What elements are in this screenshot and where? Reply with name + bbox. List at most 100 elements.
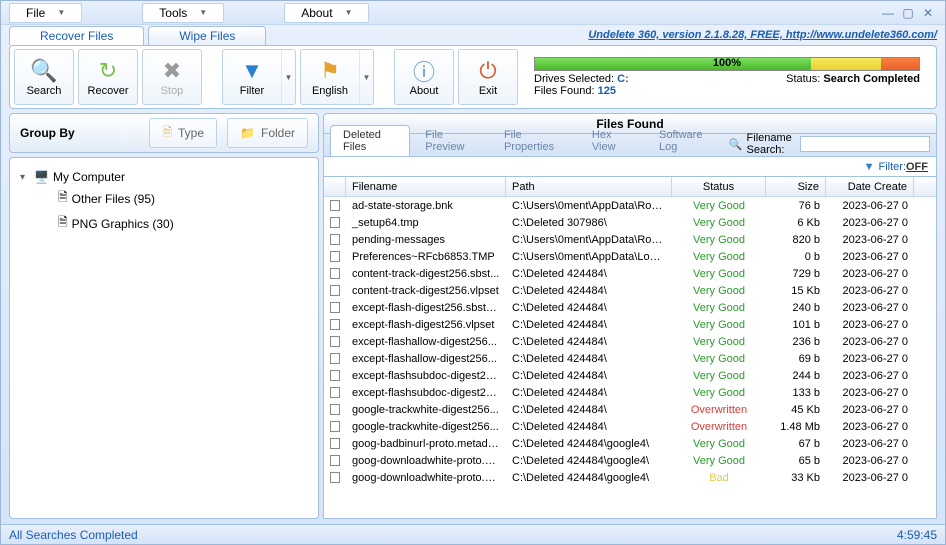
filter-icon: ▼ — [241, 57, 263, 85]
file-grid: Filename Path Status Size Date Create ad… — [323, 177, 937, 519]
exit-button[interactable]: ⏻Exit — [458, 49, 518, 105]
table-row[interactable]: content-track-digest256.sbst...C:\Delete… — [324, 265, 936, 282]
stop-icon: ✖ — [163, 57, 181, 85]
row-checkbox[interactable] — [330, 336, 340, 347]
stop-button[interactable]: ✖Stop — [142, 49, 202, 105]
minimize-button[interactable]: — — [879, 6, 897, 20]
chevron-down-icon: ▼ — [345, 8, 353, 17]
row-checkbox[interactable] — [330, 438, 340, 449]
tab-file-properties[interactable]: File Properties — [491, 125, 577, 156]
row-checkbox[interactable] — [330, 472, 340, 483]
subheader: Recover Files Wipe Files Undelete 360, v… — [1, 25, 945, 45]
tab-hex-view[interactable]: Hex View — [579, 125, 644, 156]
col-size[interactable]: Size — [766, 177, 826, 196]
left-panel: Group By 🗎Type 📁Folder ▾🖥️My Computer 🗎O… — [9, 113, 319, 519]
row-checkbox[interactable] — [330, 217, 340, 228]
row-checkbox[interactable] — [330, 370, 340, 381]
row-checkbox[interactable] — [330, 251, 340, 262]
about-button[interactable]: ⓘAbout — [394, 49, 454, 105]
tab-file-preview[interactable]: File Preview — [412, 125, 489, 156]
col-check[interactable] — [324, 177, 346, 196]
titlebar: File▼ Tools▼ About▼ — ▢ ✕ — [1, 1, 945, 25]
chevron-down-icon[interactable]: ▼ — [281, 50, 295, 104]
table-row[interactable]: goog-downloadwhite-proto.vl...C:\Deleted… — [324, 469, 936, 486]
table-row[interactable]: except-flashallow-digest256...C:\Deleted… — [324, 333, 936, 350]
table-row[interactable]: except-flashsubdoc-digest25...C:\Deleted… — [324, 367, 936, 384]
table-row[interactable]: except-flash-digest256.vlpsetC:\Deleted … — [324, 316, 936, 333]
search-button[interactable]: 🔍Search — [14, 49, 74, 105]
table-row[interactable]: _setup64.tmpC:\Deleted 307986\Very Good6… — [324, 214, 936, 231]
about-icon: ⓘ — [413, 57, 435, 85]
menu-about[interactable]: About▼ — [284, 3, 369, 23]
right-panel: Files Found Deleted Files File Preview F… — [323, 113, 937, 519]
tab-deleted-files[interactable]: Deleted Files — [330, 125, 410, 156]
menu-file[interactable]: File▼ — [9, 3, 82, 23]
filter-toggle[interactable]: OFF — [906, 161, 928, 173]
groupby-type-button[interactable]: 🗎Type — [149, 118, 217, 148]
tab-software-log[interactable]: Software Log — [646, 125, 727, 156]
status-time: 4:59:45 — [897, 528, 937, 542]
row-checkbox[interactable] — [330, 404, 340, 415]
file-icon: 🗎 — [58, 213, 68, 234]
tree-item[interactable]: 🗎Other Files (95) — [44, 186, 308, 211]
type-icon: 🗎 — [162, 123, 172, 144]
tab-recover-files[interactable]: Recover Files — [9, 26, 144, 45]
table-row[interactable]: except-flashsubdoc-digest25...C:\Deleted… — [324, 384, 936, 401]
status-panel: 100% Drives Selected: C: Status: Search … — [522, 53, 932, 101]
row-checkbox[interactable] — [330, 319, 340, 330]
search-icon: 🔍 — [729, 138, 743, 151]
version-link[interactable]: Undelete 360, version 2.1.8.28, FREE, ht… — [588, 29, 937, 41]
window-controls: — ▢ ✕ — [879, 6, 937, 20]
groupby-bar: Group By 🗎Type 📁Folder — [9, 113, 319, 153]
progress-label: 100% — [535, 57, 919, 69]
chevron-down-icon: ▼ — [57, 8, 65, 17]
col-status[interactable]: Status — [672, 177, 766, 196]
table-row[interactable]: content-track-digest256.vlpsetC:\Deleted… — [324, 282, 936, 299]
collapse-icon[interactable]: ▾ — [20, 172, 30, 183]
table-row[interactable]: pending-messagesC:\Users\0ment\AppData\R… — [324, 231, 936, 248]
statusbar: All Searches Completed 4:59:45 — [1, 524, 945, 544]
tree-root[interactable]: ▾🖥️My Computer — [20, 168, 308, 186]
col-filename[interactable]: Filename — [346, 177, 506, 196]
grid-body[interactable]: ad-state-storage.bnkC:\Users\0ment\AppDa… — [324, 197, 936, 518]
tree-item[interactable]: 🗎PNG Graphics (30) — [44, 211, 308, 236]
table-row[interactable]: except-flash-digest256.sbstoreC:\Deleted… — [324, 299, 936, 316]
table-row[interactable]: google-trackwhite-digest256...C:\Deleted… — [324, 418, 936, 435]
row-checkbox[interactable] — [330, 455, 340, 466]
tree-view: ▾🖥️My Computer 🗎Other Files (95)🗎PNG Gra… — [9, 157, 319, 519]
tab-wipe-files[interactable]: Wipe Files — [148, 26, 266, 45]
row-checkbox[interactable] — [330, 387, 340, 398]
row-checkbox[interactable] — [330, 268, 340, 279]
table-row[interactable]: except-flashallow-digest256...C:\Deleted… — [324, 350, 936, 367]
row-checkbox[interactable] — [330, 302, 340, 313]
table-row[interactable]: google-trackwhite-digest256...C:\Deleted… — [324, 401, 936, 418]
col-path[interactable]: Path — [506, 177, 672, 196]
groupby-label: Group By — [20, 126, 75, 140]
grid-header: Filename Path Status Size Date Create — [324, 177, 936, 197]
close-button[interactable]: ✕ — [919, 6, 937, 20]
maximize-button[interactable]: ▢ — [899, 6, 917, 20]
chevron-down-icon: ▼ — [199, 8, 207, 17]
row-checkbox[interactable] — [330, 353, 340, 364]
table-row[interactable]: ad-state-storage.bnkC:\Users\0ment\AppDa… — [324, 197, 936, 214]
recover-icon: ↻ — [99, 57, 117, 85]
row-checkbox[interactable] — [330, 421, 340, 432]
row-checkbox[interactable] — [330, 200, 340, 211]
row-checkbox[interactable] — [330, 234, 340, 245]
table-row[interactable]: goog-badbinurl-proto.metadataC:\Deleted … — [324, 435, 936, 452]
table-row[interactable]: goog-downloadwhite-proto.m...C:\Deleted … — [324, 452, 936, 469]
search-icon: 🔍 — [30, 57, 57, 85]
filter-button[interactable]: ▼Filter▼ — [222, 49, 296, 105]
filename-search: 🔍 Filename Search: — [729, 132, 930, 156]
chevron-down-icon[interactable]: ▼ — [359, 50, 373, 104]
groupby-folder-button[interactable]: 📁Folder — [227, 118, 308, 148]
table-row[interactable]: Preferences~RFcb6853.TMPC:\Users\0ment\A… — [324, 248, 936, 265]
filename-search-input[interactable] — [800, 136, 930, 152]
col-date[interactable]: Date Create — [826, 177, 914, 196]
content-area: Group By 🗎Type 📁Folder ▾🖥️My Computer 🗎O… — [9, 113, 937, 519]
menu-tools[interactable]: Tools▼ — [142, 3, 224, 23]
row-checkbox[interactable] — [330, 285, 340, 296]
recover-button[interactable]: ↻Recover — [78, 49, 138, 105]
toolbar: 🔍Search ↻Recover ✖Stop ▼Filter▼ ⚑English… — [9, 45, 937, 109]
language-button[interactable]: ⚑English▼ — [300, 49, 374, 105]
